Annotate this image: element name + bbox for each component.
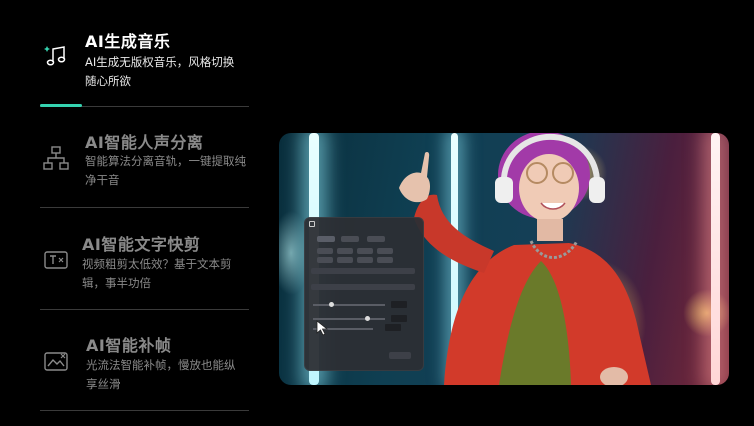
frame-interpolation-icon: [42, 348, 70, 376]
panel-field[interactable]: [311, 268, 415, 274]
feature-title: AI智能补帧: [86, 336, 172, 355]
org-chart-icon: [42, 144, 70, 172]
feature-title: AI生成音乐: [85, 32, 171, 51]
cursor-icon: [316, 320, 329, 336]
feature-desc: AI生成无版权音乐，风格切换随心所欲: [85, 55, 235, 88]
feature-item-text-cut[interactable]: AI智能文字快剪 视频粗剪太低效？基于文本剪辑，事半功倍: [40, 208, 249, 310]
music-note-icon: [42, 42, 70, 70]
panel-chip[interactable]: [317, 236, 335, 242]
panel-chip[interactable]: [337, 257, 353, 263]
panel-chip[interactable]: [367, 236, 385, 242]
settings-panel: [304, 217, 424, 371]
feature-title: AI智能文字快剪: [82, 235, 201, 254]
panel-chip[interactable]: [357, 257, 373, 263]
feature-item-vocal-separation[interactable]: AI智能人声分离 智能算法分离音轨，一键提取纯净干音: [40, 107, 249, 208]
feature-item-ai-music[interactable]: AI生成音乐 AI生成无版权音乐，风格切换随心所欲: [40, 24, 249, 108]
panel-value-box[interactable]: [391, 301, 407, 308]
text-cut-icon: [42, 246, 70, 274]
panel-slider-knob[interactable]: [365, 316, 370, 321]
panel-chip[interactable]: [317, 248, 333, 254]
panel-chip[interactable]: [357, 248, 373, 254]
panel-mode-row[interactable]: [311, 236, 415, 242]
feature-desc: 光流法智能补帧，慢放也能纵享丝滑: [86, 358, 236, 391]
panel-chip[interactable]: [317, 257, 333, 263]
panel-chip[interactable]: [341, 236, 359, 242]
panel-settings-icon: [309, 221, 315, 227]
feature-desc: 视频粗剪太低效？基于文本剪辑，事半功倍: [82, 257, 232, 290]
feature-desc: 智能算法分离音轨，一键提取纯净干音: [85, 154, 246, 187]
panel-chip[interactable]: [337, 248, 353, 254]
panel-slider[interactable]: [313, 304, 385, 306]
panel-options-row[interactable]: [311, 257, 415, 263]
panel-confirm-button[interactable]: [389, 352, 411, 359]
panel-value-box[interactable]: [385, 324, 401, 331]
panel-slider-knob[interactable]: [329, 302, 334, 307]
panel-options-row[interactable]: [311, 248, 415, 254]
feature-title: AI智能人声分离: [85, 133, 204, 152]
divider: [40, 410, 249, 411]
panel-field[interactable]: [311, 284, 415, 290]
panel-chip[interactable]: [377, 248, 393, 254]
feature-item-frame-interpolation[interactable]: AI智能补帧 光流法智能补帧，慢放也能纵享丝滑: [40, 310, 249, 411]
panel-value-box[interactable]: [391, 315, 407, 322]
panel-chip[interactable]: [377, 257, 393, 263]
